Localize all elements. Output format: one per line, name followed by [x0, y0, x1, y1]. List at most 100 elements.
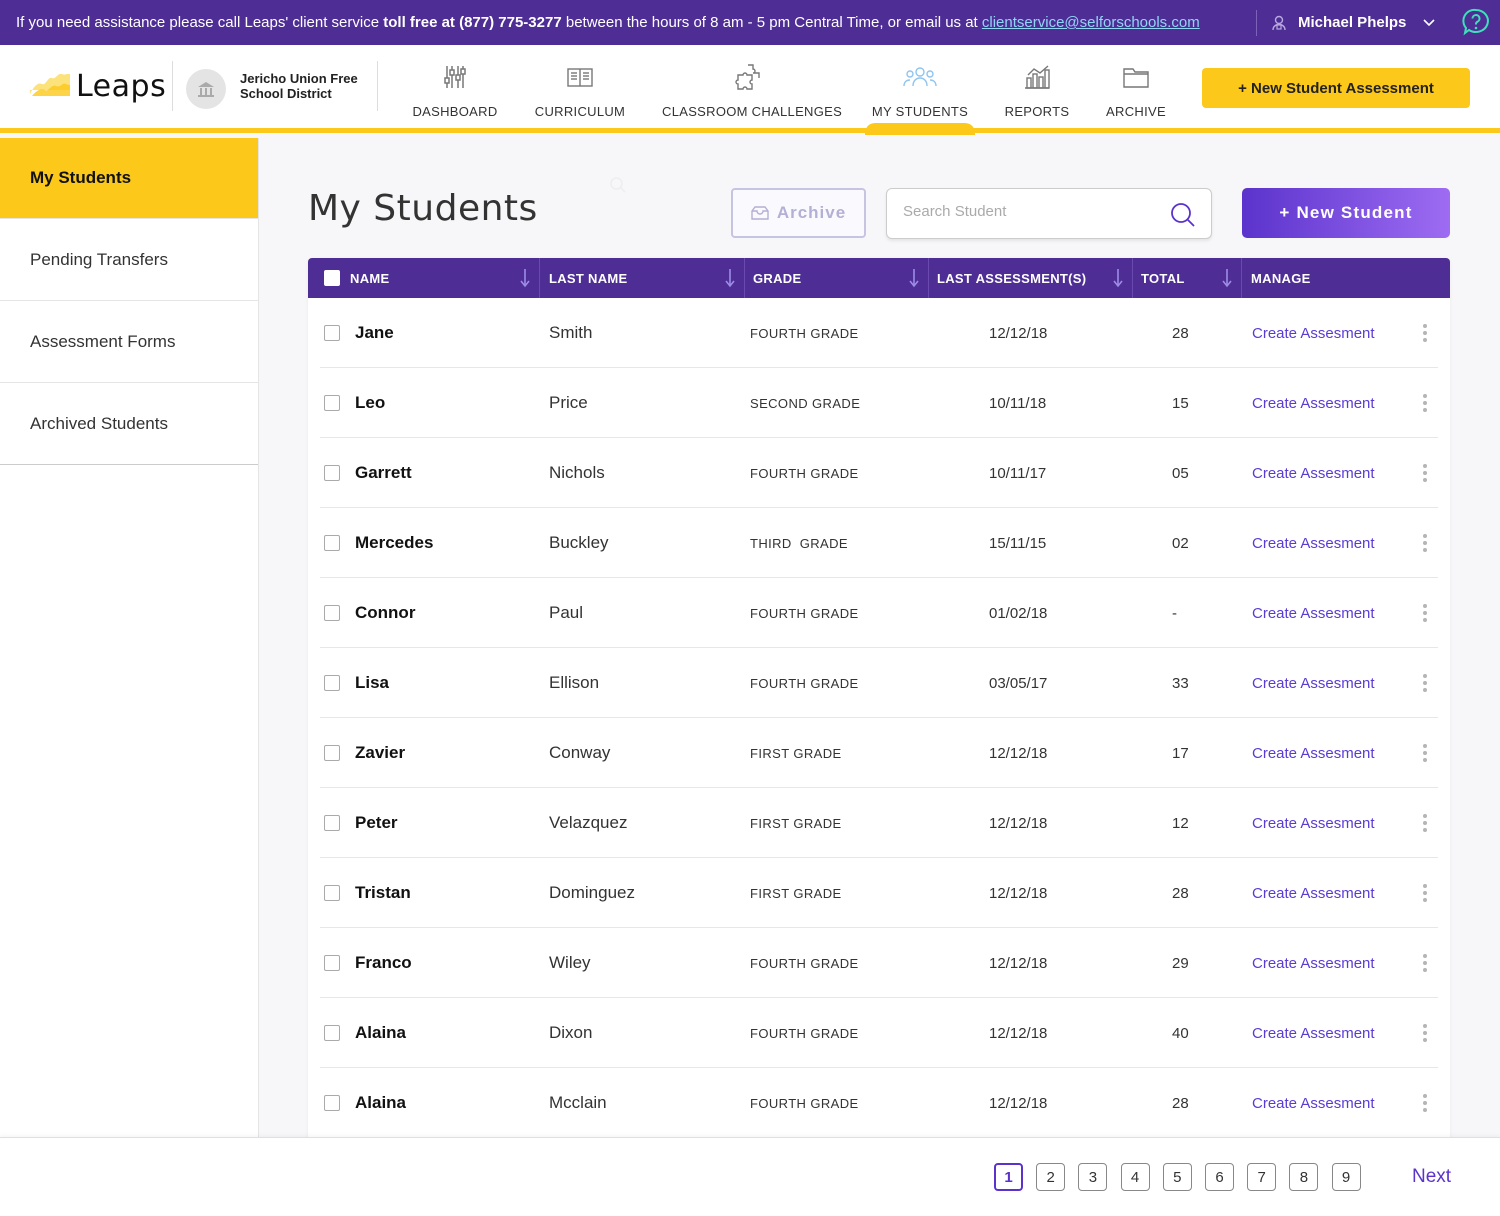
column-header-grade[interactable]: GRADE: [745, 258, 929, 298]
next-page-button[interactable]: Next: [1412, 1166, 1451, 1188]
create-assessment-link[interactable]: Create Assesment: [1252, 368, 1375, 438]
table-row: Garrett Nichols FOURTH GRADE 10/11/17 05…: [320, 438, 1438, 508]
row-checkbox[interactable]: [324, 605, 340, 621]
column-header-last-assessment[interactable]: LAST ASSESSMENT(S): [929, 258, 1133, 298]
page-button[interactable]: 8: [1289, 1163, 1319, 1191]
more-options-icon[interactable]: [1418, 858, 1432, 928]
create-assessment-link[interactable]: Create Assesment: [1252, 298, 1375, 368]
pagination-bar: 123456789 Next: [0, 1137, 1500, 1216]
create-assessment-link[interactable]: Create Assesment: [1252, 858, 1375, 928]
more-options-icon[interactable]: [1418, 578, 1432, 648]
nav-classroom-challenges[interactable]: CLASSROOM CHALLENGES: [662, 45, 842, 133]
more-options-icon[interactable]: [1418, 368, 1432, 438]
row-checkbox[interactable]: [324, 675, 340, 691]
user-menu[interactable]: Michael Phelps: [1270, 0, 1436, 45]
table-row: Zavier Conway FIRST GRADE 12/12/18 17 Cr…: [320, 718, 1438, 788]
last-assessment-date: 12/12/18: [989, 884, 1048, 902]
more-options-icon[interactable]: [1418, 788, 1432, 858]
archive-button[interactable]: Archive: [731, 188, 866, 238]
row-checkbox[interactable]: [324, 1095, 340, 1111]
first-name: Garrett: [355, 463, 412, 482]
row-checkbox[interactable]: [324, 535, 340, 551]
create-assessment-link[interactable]: Create Assesment: [1252, 718, 1375, 788]
more-options-icon[interactable]: [1418, 1068, 1432, 1138]
more-options-icon[interactable]: [1418, 298, 1432, 368]
nav-reports[interactable]: REPORTS: [1000, 45, 1074, 133]
search-student-field[interactable]: [886, 188, 1212, 239]
district-icon: [186, 69, 226, 109]
page-button[interactable]: 2: [1036, 1163, 1066, 1191]
folder-icon: [1123, 68, 1149, 88]
create-assessment-link[interactable]: Create Assesment: [1252, 648, 1375, 718]
assistance-message: If you need assistance please call Leaps…: [0, 14, 1200, 31]
column-header-name[interactable]: NAME: [350, 258, 540, 298]
row-checkbox[interactable]: [324, 465, 340, 481]
create-assessment-link[interactable]: Create Assesment: [1252, 788, 1375, 858]
grade: THIRD GRADE: [750, 535, 848, 551]
create-assessment-link[interactable]: Create Assesment: [1252, 508, 1375, 578]
page-button[interactable]: 3: [1078, 1163, 1108, 1191]
sidebar-item-my-students[interactable]: My Students: [0, 138, 258, 219]
last-name: Wiley: [549, 953, 591, 972]
last-name: Mcclain: [549, 1093, 607, 1112]
first-name: Tristan: [355, 883, 411, 902]
page-button[interactable]: 5: [1162, 1163, 1192, 1191]
page-button[interactable]: 4: [1120, 1163, 1150, 1191]
search-icon[interactable]: [1169, 201, 1197, 229]
help-icon[interactable]: [1462, 8, 1490, 36]
more-options-icon[interactable]: [1418, 438, 1432, 508]
more-options-icon[interactable]: [1418, 928, 1432, 998]
sort-arrow-icon[interactable]: [519, 268, 531, 288]
create-assessment-link[interactable]: Create Assesment: [1252, 578, 1375, 648]
last-name: Velazquez: [549, 813, 628, 832]
sidebar-item-assessment-forms[interactable]: Assessment Forms: [0, 301, 258, 383]
first-name: Alaina: [355, 1023, 407, 1042]
sort-arrow-icon[interactable]: [1221, 268, 1233, 288]
last-assessment-date: 12/12/18: [989, 814, 1048, 832]
new-student-assessment-button[interactable]: + New Student Assessment: [1202, 68, 1470, 108]
create-assessment-link[interactable]: Create Assesment: [1252, 438, 1375, 508]
row-checkbox[interactable]: [324, 395, 340, 411]
column-header-total[interactable]: TOTAL: [1133, 258, 1242, 298]
column-header-last-name[interactable]: LAST NAME: [540, 258, 745, 298]
sidebar-item-pending-transfers[interactable]: Pending Transfers: [0, 219, 258, 301]
assistance-text: If you need assistance please call Leaps…: [16, 14, 384, 31]
more-options-icon[interactable]: [1418, 998, 1432, 1068]
create-assessment-link[interactable]: Create Assesment: [1252, 928, 1375, 998]
assistance-bar: If you need assistance please call Leaps…: [0, 0, 1500, 45]
support-email-link[interactable]: clientservice@selforschools.com: [982, 14, 1200, 31]
nav-curriculum[interactable]: CURRICULUM: [533, 45, 627, 133]
row-checkbox[interactable]: [324, 325, 340, 341]
row-checkbox[interactable]: [324, 955, 340, 971]
search-input[interactable]: [903, 203, 1163, 220]
archive-box-icon: [751, 206, 769, 220]
more-options-icon[interactable]: [1418, 718, 1432, 788]
first-name: Leo: [355, 393, 386, 412]
row-checkbox[interactable]: [324, 885, 340, 901]
create-assessment-link[interactable]: Create Assesment: [1252, 1068, 1375, 1138]
create-assessment-link[interactable]: Create Assesment: [1252, 998, 1375, 1068]
page-button[interactable]: 7: [1247, 1163, 1277, 1191]
sort-arrow-icon[interactable]: [1112, 268, 1124, 288]
row-checkbox[interactable]: [324, 1025, 340, 1041]
nav-archive[interactable]: ARCHIVE: [1100, 45, 1172, 133]
new-student-button[interactable]: + New Student: [1242, 188, 1450, 238]
nav-dashboard[interactable]: DASHBOARD: [410, 45, 500, 133]
select-all-checkbox[interactable]: [324, 270, 340, 286]
nav-label: DASHBOARD: [412, 104, 498, 119]
table-row: Alaina Dixon FOURTH GRADE 12/12/18 40 Cr…: [320, 998, 1438, 1068]
nav-my-students[interactable]: MY STUDENTS: [865, 45, 975, 135]
page-button[interactable]: 6: [1205, 1163, 1234, 1191]
page-button[interactable]: 1: [994, 1163, 1023, 1191]
sidebar-item-archived-students[interactable]: Archived Students: [0, 383, 258, 465]
page-button[interactable]: 9: [1331, 1163, 1361, 1191]
column-label: GRADE: [753, 270, 802, 286]
grade: FOURTH GRADE: [750, 1025, 859, 1041]
row-checkbox[interactable]: [324, 815, 340, 831]
leaps-logo[interactable]: Leaps: [28, 69, 166, 104]
more-options-icon[interactable]: [1418, 648, 1432, 718]
row-checkbox[interactable]: [324, 745, 340, 761]
sort-arrow-icon[interactable]: [724, 268, 736, 288]
sort-arrow-icon[interactable]: [908, 268, 920, 288]
more-options-icon[interactable]: [1418, 508, 1432, 578]
